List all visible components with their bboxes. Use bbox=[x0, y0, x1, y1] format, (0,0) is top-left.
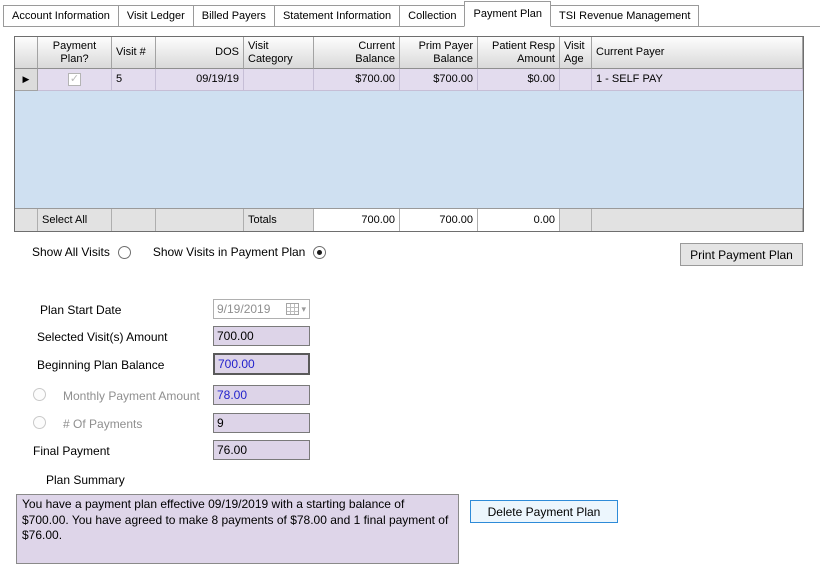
current-balance-cell: $700.00 bbox=[314, 69, 400, 91]
number-of-payments-radio[interactable] bbox=[33, 416, 46, 429]
number-of-payments-label: # Of Payments bbox=[63, 417, 142, 431]
delete-payment-plan-button[interactable]: Delete Payment Plan bbox=[470, 500, 618, 523]
visit-filter-options: Show All Visits Show Visits in Payment P… bbox=[32, 245, 326, 259]
grid-header-visit-age: Visit Age bbox=[560, 37, 592, 69]
prim-payer-balance-total: 700.00 bbox=[400, 209, 478, 231]
patient-resp-amount-total: 0.00 bbox=[478, 209, 560, 231]
final-payment-label: Final Payment bbox=[33, 444, 110, 458]
visit-category-cell bbox=[244, 69, 314, 91]
grid-header-patient-resp-amount: Patient Resp Amount bbox=[478, 37, 560, 69]
grid-header-row: Payment Plan? Visit # DOS Visit Category… bbox=[15, 37, 803, 69]
row-selector-cell[interactable]: ▶ bbox=[15, 69, 38, 91]
tab-payment-plan[interactable]: Payment Plan bbox=[464, 1, 550, 27]
visit-number-cell: 5 bbox=[112, 69, 156, 91]
grid-empty-area bbox=[15, 91, 803, 208]
footer-empty-current-payer bbox=[592, 209, 803, 231]
plan-start-date-label: Plan Start Date bbox=[40, 303, 121, 317]
grid-header-visit-number: Visit # bbox=[112, 37, 156, 69]
print-payment-plan-button[interactable]: Print Payment Plan bbox=[680, 243, 803, 266]
payment-plan-cell: ✓ bbox=[38, 69, 112, 91]
beginning-plan-balance-label: Beginning Plan Balance bbox=[37, 358, 164, 372]
tab-strip: Account Information Visit Ledger Billed … bbox=[3, 2, 820, 27]
checkmark-icon: ✓ bbox=[70, 74, 79, 85]
current-balance-total: 700.00 bbox=[314, 209, 400, 231]
footer-empty-dos bbox=[156, 209, 244, 231]
monthly-payment-amount-field[interactable] bbox=[213, 385, 310, 405]
footer-selector-cell bbox=[15, 209, 38, 231]
plan-start-date-value: 9/19/2019 bbox=[217, 302, 286, 316]
chevron-down-icon: ▾ bbox=[301, 305, 306, 314]
show-all-visits-label: Show All Visits bbox=[32, 245, 110, 259]
show-visits-in-payment-plan-label: Show Visits in Payment Plan bbox=[153, 245, 306, 259]
calendar-icon bbox=[286, 303, 299, 315]
plan-summary-label: Plan Summary bbox=[46, 473, 125, 487]
tab-visit-ledger[interactable]: Visit Ledger bbox=[118, 5, 194, 26]
grid-header-prim-payer-balance: Prim Payer Balance bbox=[400, 37, 478, 69]
number-of-payments-field[interactable] bbox=[213, 413, 310, 433]
grid-header-current-balance: Current Balance bbox=[314, 37, 400, 69]
final-payment-field[interactable] bbox=[213, 440, 310, 460]
patient-resp-amount-cell: $0.00 bbox=[478, 69, 560, 91]
show-visits-in-payment-plan-radio[interactable] bbox=[313, 246, 326, 259]
grid-header-visit-category: Visit Category bbox=[244, 37, 314, 69]
grid-header-payment-plan: Payment Plan? bbox=[38, 37, 112, 69]
selected-visits-amount-label: Selected Visit(s) Amount bbox=[37, 330, 168, 344]
tab-statement-information[interactable]: Statement Information bbox=[274, 5, 400, 26]
monthly-payment-amount-radio[interactable] bbox=[33, 388, 46, 401]
table-row[interactable]: ▶ ✓ 5 09/19/19 $700.00 $700.00 $0.00 1 -… bbox=[15, 69, 803, 91]
grid-footer-row: Select All Totals 700.00 700.00 0.00 bbox=[15, 208, 803, 231]
prim-payer-balance-cell: $700.00 bbox=[400, 69, 478, 91]
plan-start-date-picker[interactable]: 9/19/2019 ▾ bbox=[213, 299, 310, 319]
show-all-visits-radio[interactable] bbox=[118, 246, 131, 259]
beginning-plan-balance-field[interactable] bbox=[213, 353, 310, 375]
tab-tsi-revenue-management[interactable]: TSI Revenue Management bbox=[550, 5, 699, 26]
grid-header-current-payer: Current Payer bbox=[592, 37, 803, 69]
totals-label: Totals bbox=[244, 209, 314, 231]
grid-header-selector bbox=[15, 37, 38, 69]
tab-billed-payers[interactable]: Billed Payers bbox=[193, 5, 275, 26]
visit-age-cell bbox=[560, 69, 592, 91]
footer-empty-visit-age bbox=[560, 209, 592, 231]
footer-empty-visit-number bbox=[112, 209, 156, 231]
selected-visits-amount-field[interactable] bbox=[213, 326, 310, 346]
monthly-payment-amount-label: Monthly Payment Amount bbox=[63, 389, 200, 403]
dos-cell: 09/19/19 bbox=[156, 69, 244, 91]
row-selector-arrow-icon: ▶ bbox=[23, 75, 30, 84]
plan-summary-text: You have a payment plan effective 09/19/… bbox=[16, 494, 459, 564]
current-payer-cell: 1 - SELF PAY bbox=[592, 69, 803, 91]
visits-grid: Payment Plan? Visit # DOS Visit Category… bbox=[14, 36, 804, 232]
payment-plan-checkbox[interactable]: ✓ bbox=[68, 73, 81, 86]
grid-header-dos: DOS bbox=[156, 37, 244, 69]
tab-collection[interactable]: Collection bbox=[399, 5, 465, 26]
tab-account-information[interactable]: Account Information bbox=[3, 5, 119, 26]
select-all-button[interactable]: Select All bbox=[38, 209, 112, 231]
